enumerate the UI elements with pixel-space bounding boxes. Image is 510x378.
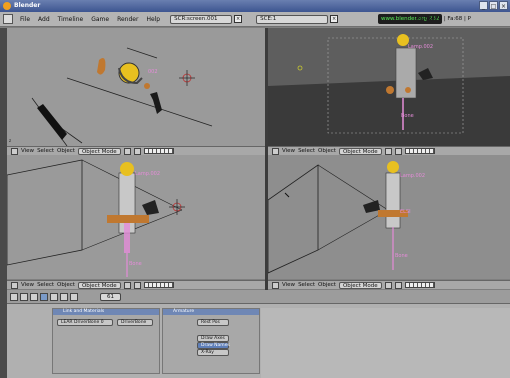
viewport-top-right-scene [268,28,510,146]
view-type-icon[interactable] [11,147,18,155]
object-menu[interactable]: Object [57,282,75,288]
shading-icon[interactable] [123,147,131,155]
script-context-icon[interactable] [30,292,38,301]
object-context-icon[interactable] [50,292,58,301]
layer-buttons[interactable] [404,282,435,288]
menu-bar: File Add Timeline Game Render Help SCR:s… [0,12,510,27]
lamp-label: Lamp.002 [135,171,161,177]
svg-text:z: z [9,138,11,143]
armature-panel: Armature Rest Pos Draw Axes Draw Names X… [162,308,260,374]
menu-timeline[interactable]: Timeline [54,16,88,23]
bone-label: Bone [401,113,414,119]
view-menu[interactable]: View [282,282,295,288]
buttons-empty-area [261,308,510,378]
minimize-button[interactable]: _ [479,1,488,10]
window-title-bar: Blender _ □ × [0,0,510,12]
window-type-icon[interactable] [3,14,13,24]
delete-screen-button[interactable]: × [234,15,243,23]
screen-selector[interactable]: SCR:screen.001 [170,14,233,24]
select-menu[interactable]: Select [298,148,315,154]
rest-pos-button[interactable]: Rest Pos [197,319,229,326]
bone-label: Bone [129,261,142,267]
window-left-edge [0,28,7,378]
menu-file[interactable]: File [16,16,34,23]
menu-add[interactable]: Add [34,16,54,23]
viewport-header-bottom-left: View Select Object Object Mode [7,280,265,289]
viewport-top-left-scene: z [9,47,213,146]
editing-context-icon[interactable] [40,292,48,301]
panel-header[interactable]: Armature [163,309,259,315]
draw-names-button[interactable]: Draw Names [197,342,230,349]
buttons-toolbar: 61 [7,290,510,304]
mode-selector[interactable]: Object Mode [338,147,382,155]
panel-header[interactable]: Link and Materials [53,309,159,315]
layer-buttons[interactable] [143,282,174,288]
viewport-header-bottom-right: View Select Object Object Mode [268,280,510,289]
window-controls: _ □ × [479,1,508,10]
select-menu[interactable]: Select [37,282,54,288]
logic-context-icon[interactable] [20,292,28,301]
armature-name-field[interactable]: LEAR DriverBone 0 [57,319,113,326]
viewport-top-left[interactable]: z 002 [7,28,265,146]
select-menu[interactable]: Select [37,148,54,154]
scene-context-icon[interactable] [70,292,78,301]
object-menu[interactable]: Object [318,282,336,288]
view-menu[interactable]: View [21,148,34,154]
delete-scene-button[interactable]: × [330,15,339,23]
window-title: Blender [14,2,41,9]
menu-help[interactable]: Help [142,16,164,23]
viewport-header-top-left: View Select Object Object Mode [7,146,265,155]
mode-selector[interactable]: Object Mode [77,281,121,289]
viewport-divider[interactable] [265,28,268,290]
xray-button[interactable]: X-Ray [197,349,229,356]
draw-axes-button[interactable]: Draw Axes [197,335,229,342]
scene-stats: Ve:52670 | Fa:68 | P [416,16,471,22]
shading-icon[interactable] [384,281,392,289]
bone-label: Bone [395,253,408,259]
layer-buttons[interactable] [143,148,174,154]
window-type-icon[interactable] [10,292,18,301]
mode-selector[interactable]: Object Mode [77,147,121,155]
buttons-window: 61 Link and Materials LEAR DriverBone 0 … [7,290,510,378]
view-type-icon[interactable] [272,147,279,155]
pivot-icon[interactable] [133,147,141,155]
object-menu[interactable]: Object [57,148,75,154]
link-materials-panel: Link and Materials LEAR DriverBone 0 Dri… [52,308,160,374]
lamp-label: Lamp.002 [400,173,426,179]
scene-selector[interactable]: SCE:1 [256,14,329,24]
menu-game[interactable]: Game [87,16,113,23]
view-type-icon[interactable] [11,281,18,289]
viewport-header-top-right: View Select Object Object Mode [268,146,510,155]
pivot-icon[interactable] [133,281,141,289]
viewport-bottom-right[interactable]: Lamp.002 ELSI Bone [268,155,510,279]
layer-buttons[interactable] [404,148,435,154]
view-menu[interactable]: View [282,148,295,154]
object-menu[interactable]: Object [318,148,336,154]
viewport-bottom-right-scene [268,161,408,274]
lamp-label: Lamp.002 [408,44,434,50]
pivot-icon[interactable] [394,147,402,155]
mode-selector[interactable]: Object Mode [338,281,382,289]
viewport-top-right[interactable]: Lamp.002 Bone [268,28,510,146]
pivot-icon[interactable] [394,281,402,289]
secondary-label: ELSI [400,209,411,215]
viewport-bottom-left[interactable]: Lamp.002 Bone [7,155,265,279]
select-menu[interactable]: Select [298,282,315,288]
view-type-icon[interactable] [272,281,279,289]
blender-logo-icon [3,2,11,10]
view-menu[interactable]: View [21,282,34,288]
ob-name-field[interactable]: DriverBone [117,319,153,326]
current-frame-field[interactable]: 61 [100,292,121,301]
shading-icon[interactable] [384,147,392,155]
object-label: 002 [148,69,158,75]
shading-icon[interactable] [123,281,131,289]
maximize-button[interactable]: □ [489,1,498,10]
shading-context-icon[interactable] [60,292,68,301]
close-button[interactable]: × [499,1,508,10]
menu-render[interactable]: Render [113,16,142,23]
